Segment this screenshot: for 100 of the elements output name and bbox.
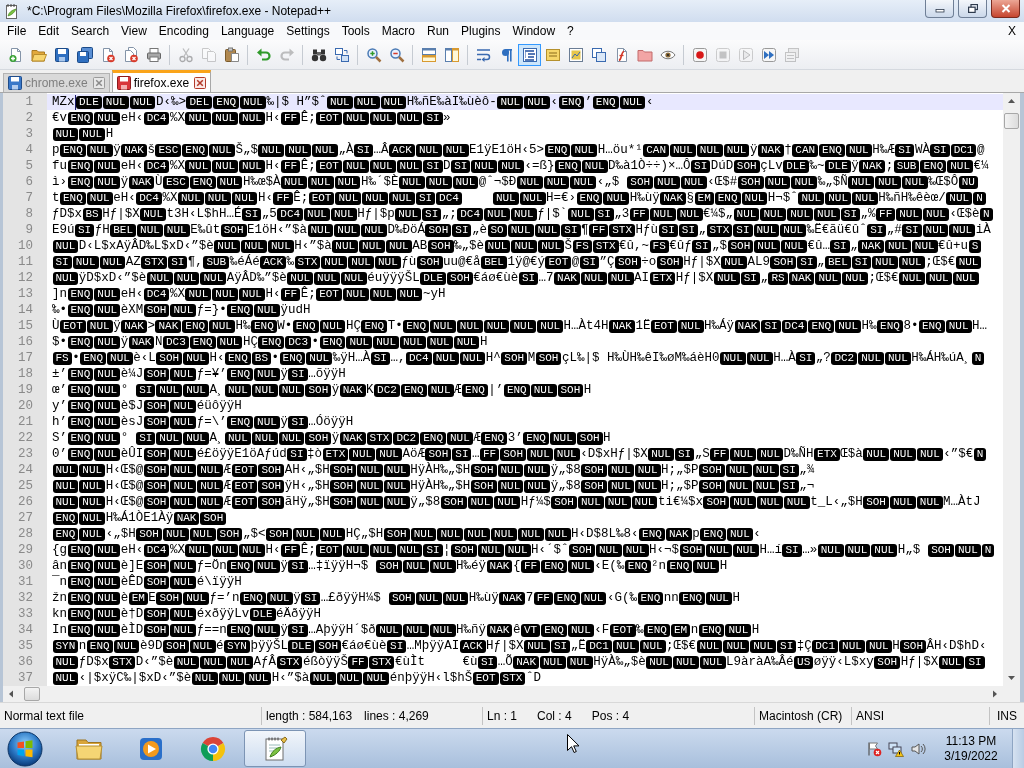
control-code: SOH [699, 463, 725, 477]
menu-item[interactable]: ? [561, 22, 580, 40]
control-code: NUL [52, 463, 79, 477]
control-code: SOH [576, 431, 603, 445]
control-code: NAK [499, 591, 526, 605]
control-code: DC4 [405, 351, 432, 365]
control-code: NUL [524, 639, 550, 653]
menu-item[interactable]: Tools [335, 22, 376, 40]
control-code: NUL [848, 175, 874, 189]
menu-item[interactable]: Search [65, 22, 116, 40]
menu-item[interactable]: Macro [375, 22, 421, 40]
control-code: ENQ [67, 159, 94, 173]
control-code: SI [423, 159, 443, 173]
control-code: NUL [79, 495, 106, 509]
control-code: SI [288, 367, 308, 381]
editor-text-area[interactable] [47, 93, 1003, 686]
menu-item[interactable]: View [115, 22, 153, 40]
control-code: NUL [94, 383, 121, 397]
vertical-scrollbar[interactable] [1003, 93, 1020, 686]
code-text: Ê; [300, 542, 316, 558]
menu-item[interactable]: File [0, 22, 33, 40]
control-code: SUB [203, 255, 230, 269]
code-text: ¶, [187, 254, 203, 270]
code-text: n [690, 622, 699, 638]
control-code: ACK [389, 143, 415, 157]
control-code: NUL [348, 255, 374, 269]
control-code: NAK [859, 159, 886, 173]
menu-item[interactable]: Run [421, 22, 456, 40]
control-code: NUL [911, 239, 938, 253]
code-text: Ê; [300, 158, 316, 174]
code-text: …MþÿÿAI [406, 638, 460, 654]
code-text: D‹L$xAÿÂD‰L$xD‹”$è [78, 238, 214, 254]
clock-time[interactable]: 11:13 PM [945, 733, 997, 749]
control-code: NUL [741, 191, 768, 205]
control-code: SOH [770, 255, 797, 269]
code-text: Hƒù [635, 222, 659, 238]
file-tab[interactable]: firefox.exe [111, 70, 212, 92]
control-code: ENQ [67, 431, 94, 445]
restore-button[interactable] [958, 0, 987, 18]
menu-item[interactable]: Edit [32, 22, 66, 40]
minimize-button[interactable] [925, 0, 954, 18]
control-code: NAK [173, 511, 200, 525]
clock-date[interactable]: 3/19/2022 [944, 748, 998, 764]
network-icon[interactable] [888, 740, 904, 757]
control-code: NUL [945, 319, 972, 333]
control-code: NUL [467, 495, 494, 509]
code-text: €ùÌt €ù [394, 654, 478, 670]
scrollbar-thumb[interactable] [24, 687, 40, 701]
menu-item[interactable]: Language [214, 22, 281, 40]
code-text: …õÿÿH [308, 366, 346, 382]
control-code: NUL [425, 175, 452, 189]
control-code: S [968, 239, 982, 253]
code-text: ÿ [851, 158, 859, 174]
control-code: SOH [569, 543, 595, 557]
control-code: NUL [197, 495, 224, 509]
control-code: NUL [162, 527, 189, 541]
control-code: SOH [143, 607, 170, 621]
control-code: NUL [383, 495, 410, 509]
flag-icon[interactable] [866, 740, 882, 757]
code-text: çL‰|$ H‰ÙH‰êI‰øM‰áèH0 [562, 350, 720, 366]
code-text: „Ë [570, 638, 586, 654]
close-button[interactable] [991, 0, 1020, 18]
control-code: NUL [483, 319, 510, 333]
code-text: éuÿÿÿŠL [367, 270, 420, 286]
menu-item[interactable]: Encoding [152, 22, 215, 40]
control-code: NUL [511, 239, 538, 253]
line-number: 20 [18, 399, 33, 413]
control-code: NUL [357, 495, 383, 509]
control-code: EM [694, 191, 714, 205]
code-text: WÀ [914, 142, 930, 158]
menu-item[interactable]: Settings [280, 22, 336, 40]
scrollbar-thumb[interactable] [1004, 113, 1019, 129]
control-code: NUL [185, 543, 212, 557]
menu-item[interactable]: Plugins [455, 22, 507, 40]
code-text: Æ [454, 382, 462, 398]
code-text: $• [52, 334, 67, 350]
control-code: SOH [143, 447, 170, 461]
control-code: NUL [603, 191, 630, 205]
close-document-button[interactable]: X [1008, 22, 1016, 40]
close-icon[interactable] [92, 77, 105, 89]
control-code: NUL [720, 351, 746, 365]
taskbar-button[interactable] [244, 730, 306, 767]
control-code: NUL [170, 367, 197, 381]
line-number: 17 [18, 351, 33, 365]
control-code: NUL [326, 95, 353, 109]
control-code: NUL [477, 543, 504, 557]
control-code: NUL [385, 239, 412, 253]
control-code: ENQ [227, 559, 254, 573]
control-code: SOH [258, 479, 285, 493]
code-text: œ’ [52, 382, 67, 398]
start-orb-icon[interactable] [7, 730, 43, 767]
close-icon[interactable] [194, 76, 207, 89]
control-code: NUL [580, 591, 607, 605]
code-text: H [732, 590, 740, 606]
code-text: H‹ [265, 286, 281, 302]
control-code: ETX [322, 447, 349, 461]
menu-item[interactable]: Window [506, 22, 562, 40]
speaker-icon[interactable] [910, 740, 926, 757]
control-code: ENQ [182, 319, 209, 333]
control-code: FF [280, 159, 301, 173]
